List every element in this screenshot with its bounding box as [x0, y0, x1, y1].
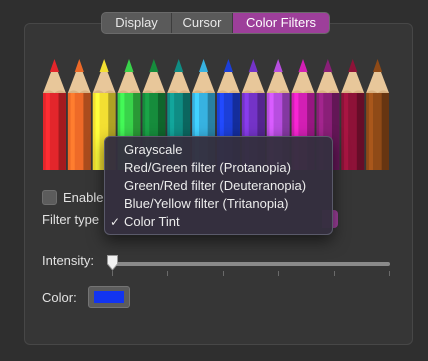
slider-tick — [278, 271, 279, 276]
tab-display[interactable]: Display — [102, 13, 172, 33]
enable-label: Enable — [63, 190, 104, 205]
color-label: Color: — [42, 290, 77, 305]
menu-item-tritanopia[interactable]: Blue/Yellow filter (Tritanopia) — [105, 195, 332, 213]
slider-tick — [334, 271, 335, 276]
menu-item-label: Green/Red filter (Deuteranopia) — [124, 178, 307, 193]
intensity-label: Intensity: — [42, 253, 95, 268]
pencil — [366, 59, 389, 170]
pencil — [341, 59, 365, 170]
menu-item-label: Blue/Yellow filter (Tritanopia) — [124, 196, 289, 211]
slider-track — [112, 262, 390, 266]
tint-color-swatch — [94, 291, 124, 303]
slider-tick — [167, 271, 168, 276]
menu-item-label: Red/Green filter (Protanopia) — [124, 160, 291, 175]
tint-color-well[interactable] — [88, 286, 130, 308]
enable-row: Enable — [42, 190, 103, 205]
slider-tick — [223, 271, 224, 276]
enable-checkbox[interactable] — [42, 190, 57, 205]
menu-item-color-tint[interactable]: ✓ Color Tint — [105, 213, 332, 231]
filter-type-menu: Grayscale Red/Green filter (Protanopia) … — [104, 136, 333, 235]
slider-tick — [389, 271, 390, 276]
checkmark-icon: ✓ — [110, 215, 121, 229]
menu-item-label: Color Tint — [124, 214, 180, 229]
pencil — [43, 59, 66, 170]
slider-thumb[interactable] — [106, 254, 119, 272]
menu-item-grayscale[interactable]: Grayscale — [105, 141, 332, 159]
menu-item-deuteranopia[interactable]: Green/Red filter (Deuteranopia) — [105, 177, 332, 195]
menu-item-label: Grayscale — [124, 142, 183, 157]
pencil — [67, 59, 91, 170]
segmented-control: Display Cursor Color Filters — [101, 12, 330, 34]
menu-item-protanopia[interactable]: Red/Green filter (Protanopia) — [105, 159, 332, 177]
intensity-slider[interactable] — [107, 255, 390, 276]
tab-color-filters[interactable]: Color Filters — [233, 13, 329, 33]
filter-type-label: Filter type — [42, 212, 100, 227]
tab-cursor[interactable]: Cursor — [172, 13, 233, 33]
